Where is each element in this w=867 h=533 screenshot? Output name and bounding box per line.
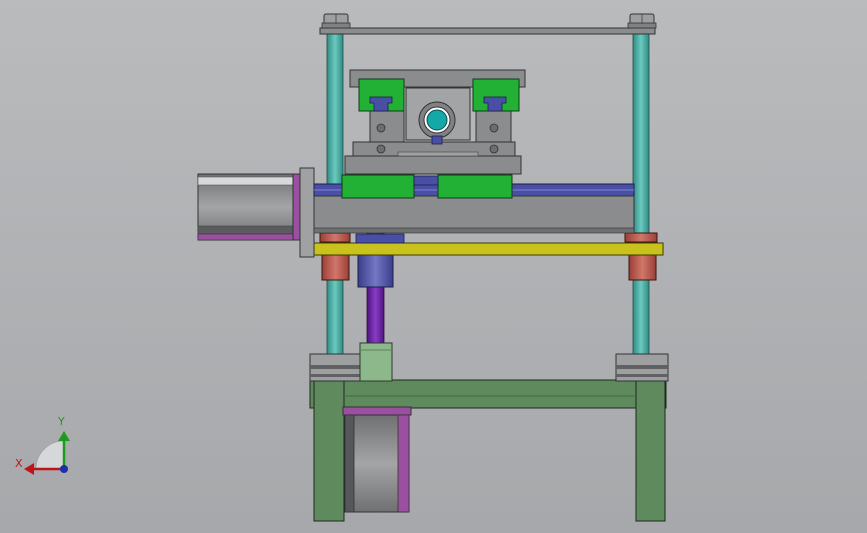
- triad-plane: [35, 440, 65, 470]
- horizontal-stepper-motor[interactable]: [197, 167, 315, 258]
- rod-foot-left[interactable]: [309, 353, 363, 382]
- y-axis-label: Y: [58, 415, 65, 428]
- assembly-drawing: [24, 13, 669, 522]
- x-axis-label: X: [15, 457, 23, 470]
- moving-plate[interactable]: [312, 233, 664, 256]
- z-axis-dot: [60, 465, 68, 473]
- lower-stepper-motor[interactable]: [342, 406, 412, 513]
- bushing-right[interactable]: [624, 232, 658, 281]
- nut-top-left[interactable]: [321, 13, 351, 29]
- x-axis-arrowhead: [24, 463, 34, 475]
- bushing-left[interactable]: [319, 232, 351, 281]
- orientation-triad[interactable]: [24, 431, 70, 475]
- y-axis-arrowhead: [58, 431, 70, 441]
- top-crossbar[interactable]: [319, 27, 656, 35]
- cad-viewport[interactable]: Y X: [0, 0, 867, 533]
- carriage-plate[interactable]: [344, 141, 522, 175]
- nut-top-right[interactable]: [627, 13, 657, 29]
- rod-foot-right[interactable]: [615, 353, 669, 382]
